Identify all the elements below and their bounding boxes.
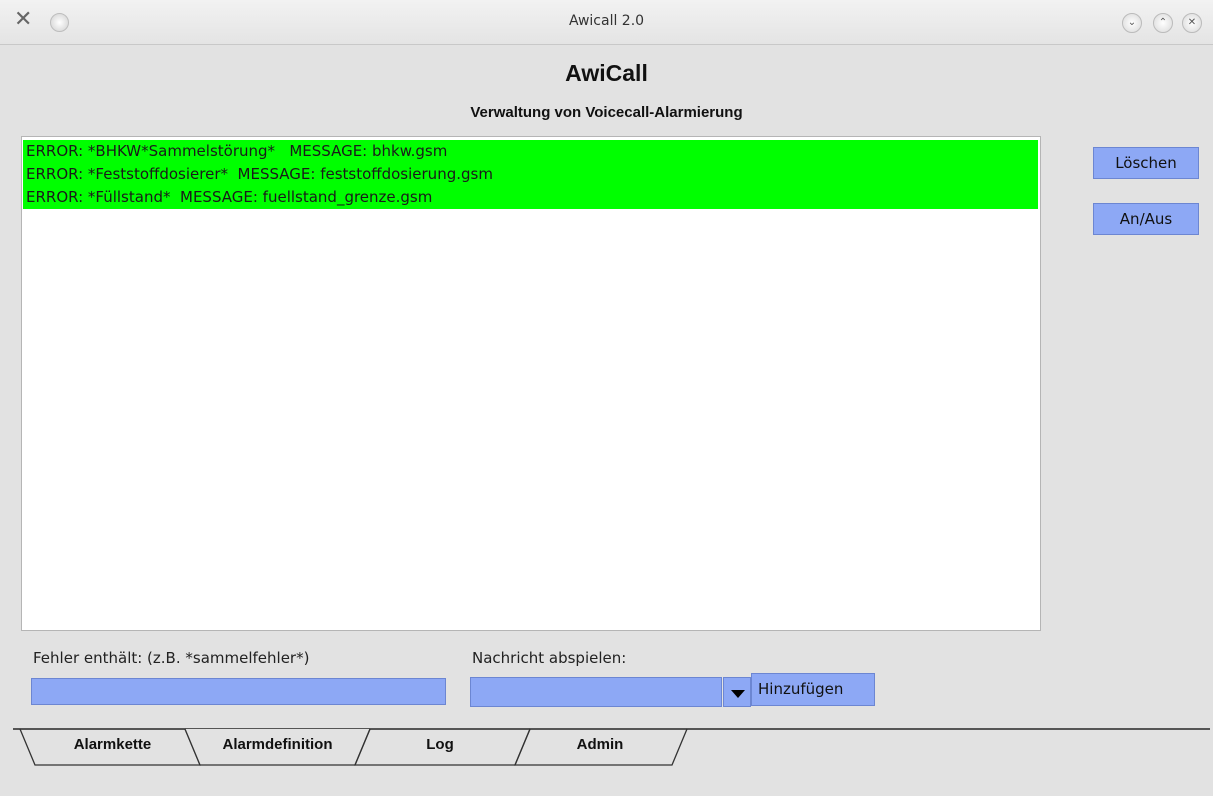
app-subtitle: Verwaltung von Voicecall-Alarmierung <box>470 104 743 121</box>
delete-button[interactable]: Löschen <box>1093 147 1199 179</box>
add-button[interactable]: Hinzufügen <box>751 673 875 706</box>
tab-log[interactable]: Log <box>360 736 520 753</box>
tab-admin[interactable]: Admin <box>520 736 680 753</box>
window-titlebar[interactable]: ✕ Awicall 2.0 ⌄ ⌃ ✕ <box>0 0 1213 45</box>
message-label: Nachricht abspielen: <box>472 649 627 667</box>
tab-alarmkette[interactable]: Alarmkette <box>30 736 195 753</box>
app-title: AwiCall <box>565 60 648 86</box>
close-icon[interactable]: ✕ <box>1182 13 1202 33</box>
list-item[interactable]: ERROR: *Füllstand* MESSAGE: fuellstand_g… <box>23 186 1038 209</box>
error-pattern-label: Fehler enthält: (z.B. *sammelfehler*) <box>33 649 310 667</box>
tab-alarmdefinition[interactable]: Alarmdefinition <box>195 736 360 753</box>
toggle-button[interactable]: An/Aus <box>1093 203 1199 235</box>
error-pattern-input[interactable] <box>31 678 446 705</box>
maximize-icon[interactable]: ⌃ <box>1153 13 1173 33</box>
list-item[interactable]: ERROR: *Feststoffdosierer* MESSAGE: fest… <box>23 163 1038 186</box>
list-item[interactable]: ERROR: *BHKW*Sammelstörung* MESSAGE: bhk… <box>23 140 1038 163</box>
definition-list[interactable]: ERROR: *BHKW*Sammelstörung* MESSAGE: bhk… <box>21 136 1041 631</box>
chevron-down-icon[interactable] <box>723 677 751 707</box>
message-select[interactable] <box>470 677 722 707</box>
window-title: Awicall 2.0 <box>568 13 645 29</box>
minimize-icon[interactable]: ⌄ <box>1122 13 1142 33</box>
